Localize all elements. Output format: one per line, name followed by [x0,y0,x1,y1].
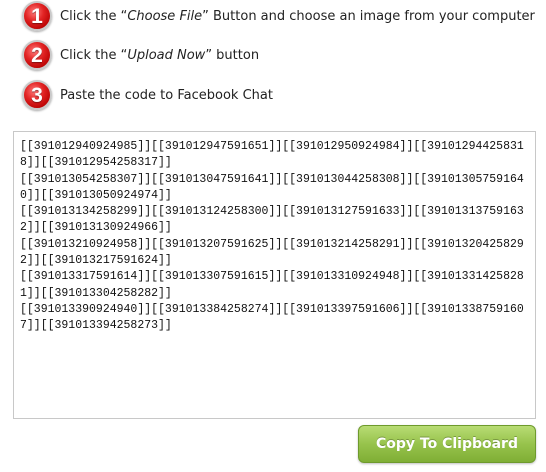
step-number-badge: 1 [22,1,52,31]
step-number-badge: 3 [22,80,52,110]
step-1-text-after: ” Button and choose an image from your c… [202,8,535,24]
step-1: 1 Click the “Choose File” Button and cho… [22,0,535,32]
step-2-text-after: ” button [205,47,260,63]
code-output-textarea[interactable]: [[391012940924985]][[391012947591651]][[… [13,131,536,419]
step-3-text: Paste the code to Facebook Chat [60,88,273,103]
code-output-text: [[391012940924985]][[391012947591651]][[… [20,140,524,333]
copy-to-clipboard-button[interactable]: Copy To Clipboard [358,425,536,463]
step-number: 3 [31,83,43,107]
step-1-text: Click the “Choose File” Button and choos… [60,9,535,24]
step-number: 2 [31,43,43,67]
step-2-text: Click the “Upload Now” button [60,48,259,63]
step-3: 3 Paste the code to Facebook Chat [22,79,273,111]
copy-button-label: Copy To Clipboard [375,436,518,452]
step-number: 1 [31,4,43,28]
step-2: 2 Click the “Upload Now” button [22,39,259,71]
step-3-text-before: Paste the code to Facebook Chat [60,87,273,103]
page: 1 Click the “Choose File” Button and cho… [0,0,546,472]
step-number-badge: 2 [22,40,52,70]
step-2-text-before: Click the “ [60,47,128,63]
step-2-emphasis: Upload Now [127,47,206,63]
step-1-text-before: Click the “ [60,8,128,24]
step-1-emphasis: Choose File [127,8,203,24]
